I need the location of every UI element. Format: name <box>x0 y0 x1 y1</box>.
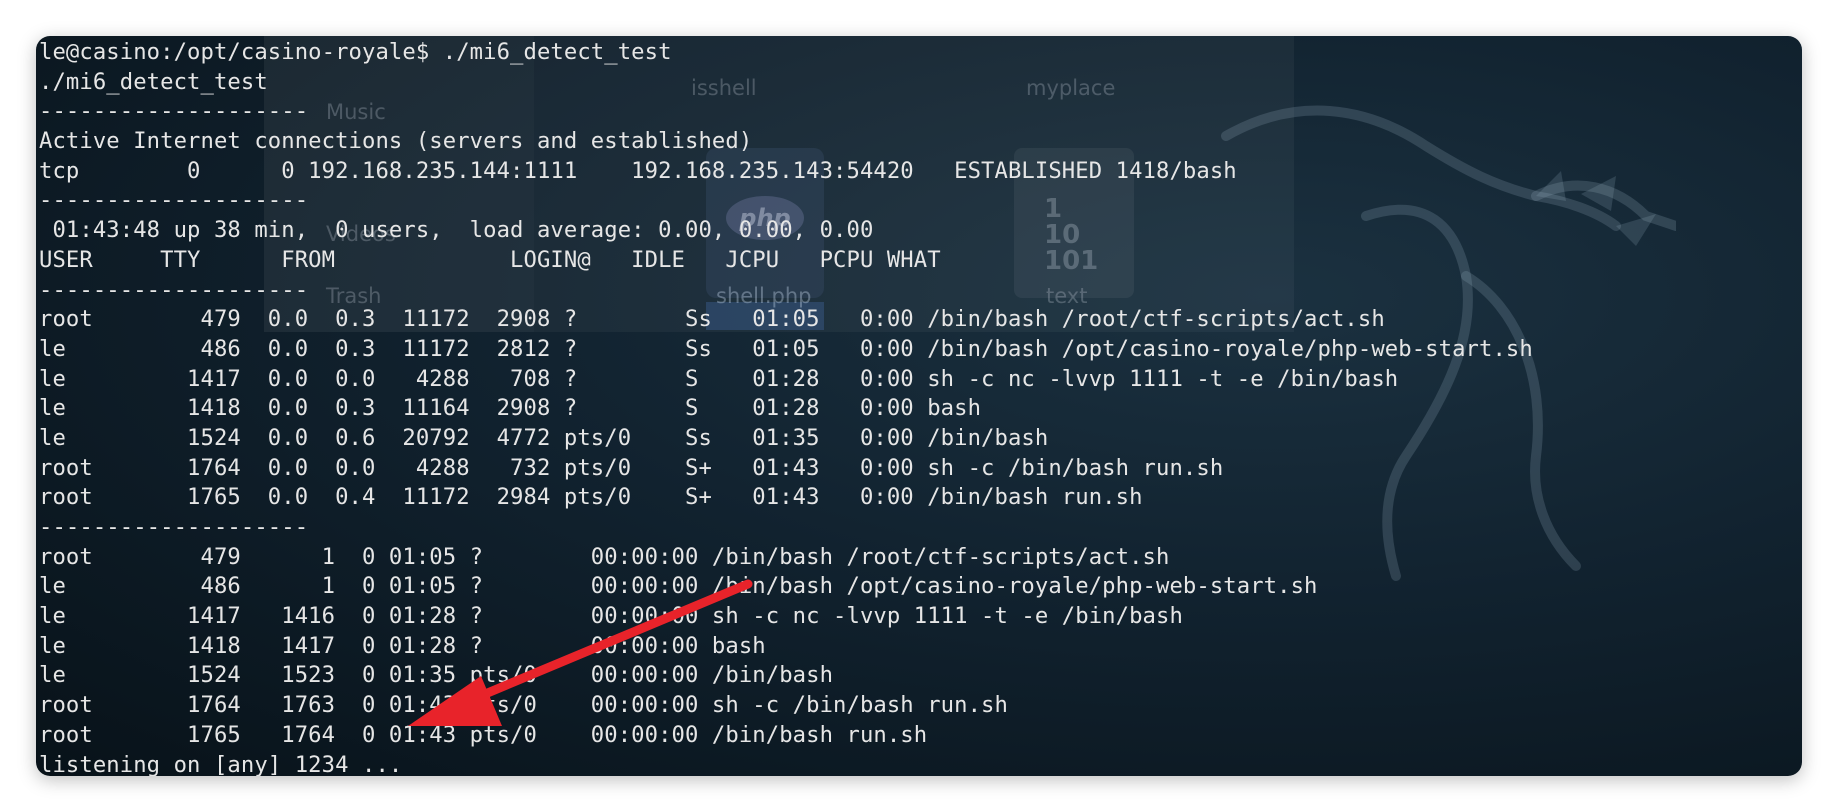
terminal-line: -------------------- <box>39 187 309 214</box>
terminal-line: root 479 0.0 0.3 11172 2908 ? Ss 01:05 0… <box>39 306 1385 333</box>
terminal-line: le@casino:/opt/casino-royale$ ./mi6_dete… <box>39 39 672 65</box>
terminal-line: listening on [any] 1234 ... <box>39 751 403 777</box>
terminal-line: root 1764 1763 0 01:43 pts/0 00:00:00 sh… <box>39 692 1008 719</box>
terminal-line: tcp 0 0 192.168.235.144:1111 192.168.235… <box>39 157 1237 184</box>
terminal-line: root 1765 1764 0 01:43 pts/0 00:00:00 /b… <box>39 721 928 748</box>
terminal-line: le 1418 0.0 0.3 11164 2908 ? S 01:28 0:0… <box>39 395 982 422</box>
terminal-line: le 1524 0.0 0.6 20792 4772 pts/0 Ss 01:3… <box>39 424 1049 451</box>
terminal-line: -------------------- <box>39 98 309 125</box>
terminal-line: USER TTY FROM LOGIN@ IDLE JCPU PCPU WHAT <box>39 246 941 273</box>
terminal-line: ./mi6_detect_test <box>39 68 268 95</box>
terminal-output[interactable]: le@casino:/opt/casino-royale$ ./mi6_dete… <box>39 38 1533 776</box>
terminal-window[interactable]: Music Videos Trash isshell myplace php s… <box>36 36 1802 776</box>
terminal-line: le 1524 1523 0 01:35 pts/0 00:00:00 /bin… <box>39 662 834 689</box>
terminal-line: le 1417 0.0 0.0 4288 708 ? S 01:28 0:00 … <box>39 365 1399 392</box>
terminal-line: Active Internet connections (servers and… <box>39 128 753 155</box>
terminal-line: root 1765 0.0 0.4 11172 2984 pts/0 S+ 01… <box>39 484 1143 511</box>
terminal-line: 01:43:48 up 38 min, 0 users, load averag… <box>39 217 874 244</box>
terminal-line: -------------------- <box>39 276 309 303</box>
terminal-line: le 486 0.0 0.3 11172 2812 ? Ss 01:05 0:0… <box>39 335 1533 362</box>
terminal-line: le 1417 1416 0 01:28 ? 00:00:00 sh -c nc… <box>39 603 1183 630</box>
terminal-line: -------------------- <box>39 514 309 540</box>
terminal-line: le 1418 1417 0 01:28 ? 00:00:00 bash <box>39 632 766 659</box>
terminal-line: le 486 1 0 01:05 ? 00:00:00 /bin/bash /o… <box>39 573 1318 600</box>
terminal-line: root 1764 0.0 0.0 4288 732 pts/0 S+ 01:4… <box>39 454 1224 481</box>
terminal-line: root 479 1 0 01:05 ? 00:00:00 /bin/bash … <box>39 543 1170 570</box>
